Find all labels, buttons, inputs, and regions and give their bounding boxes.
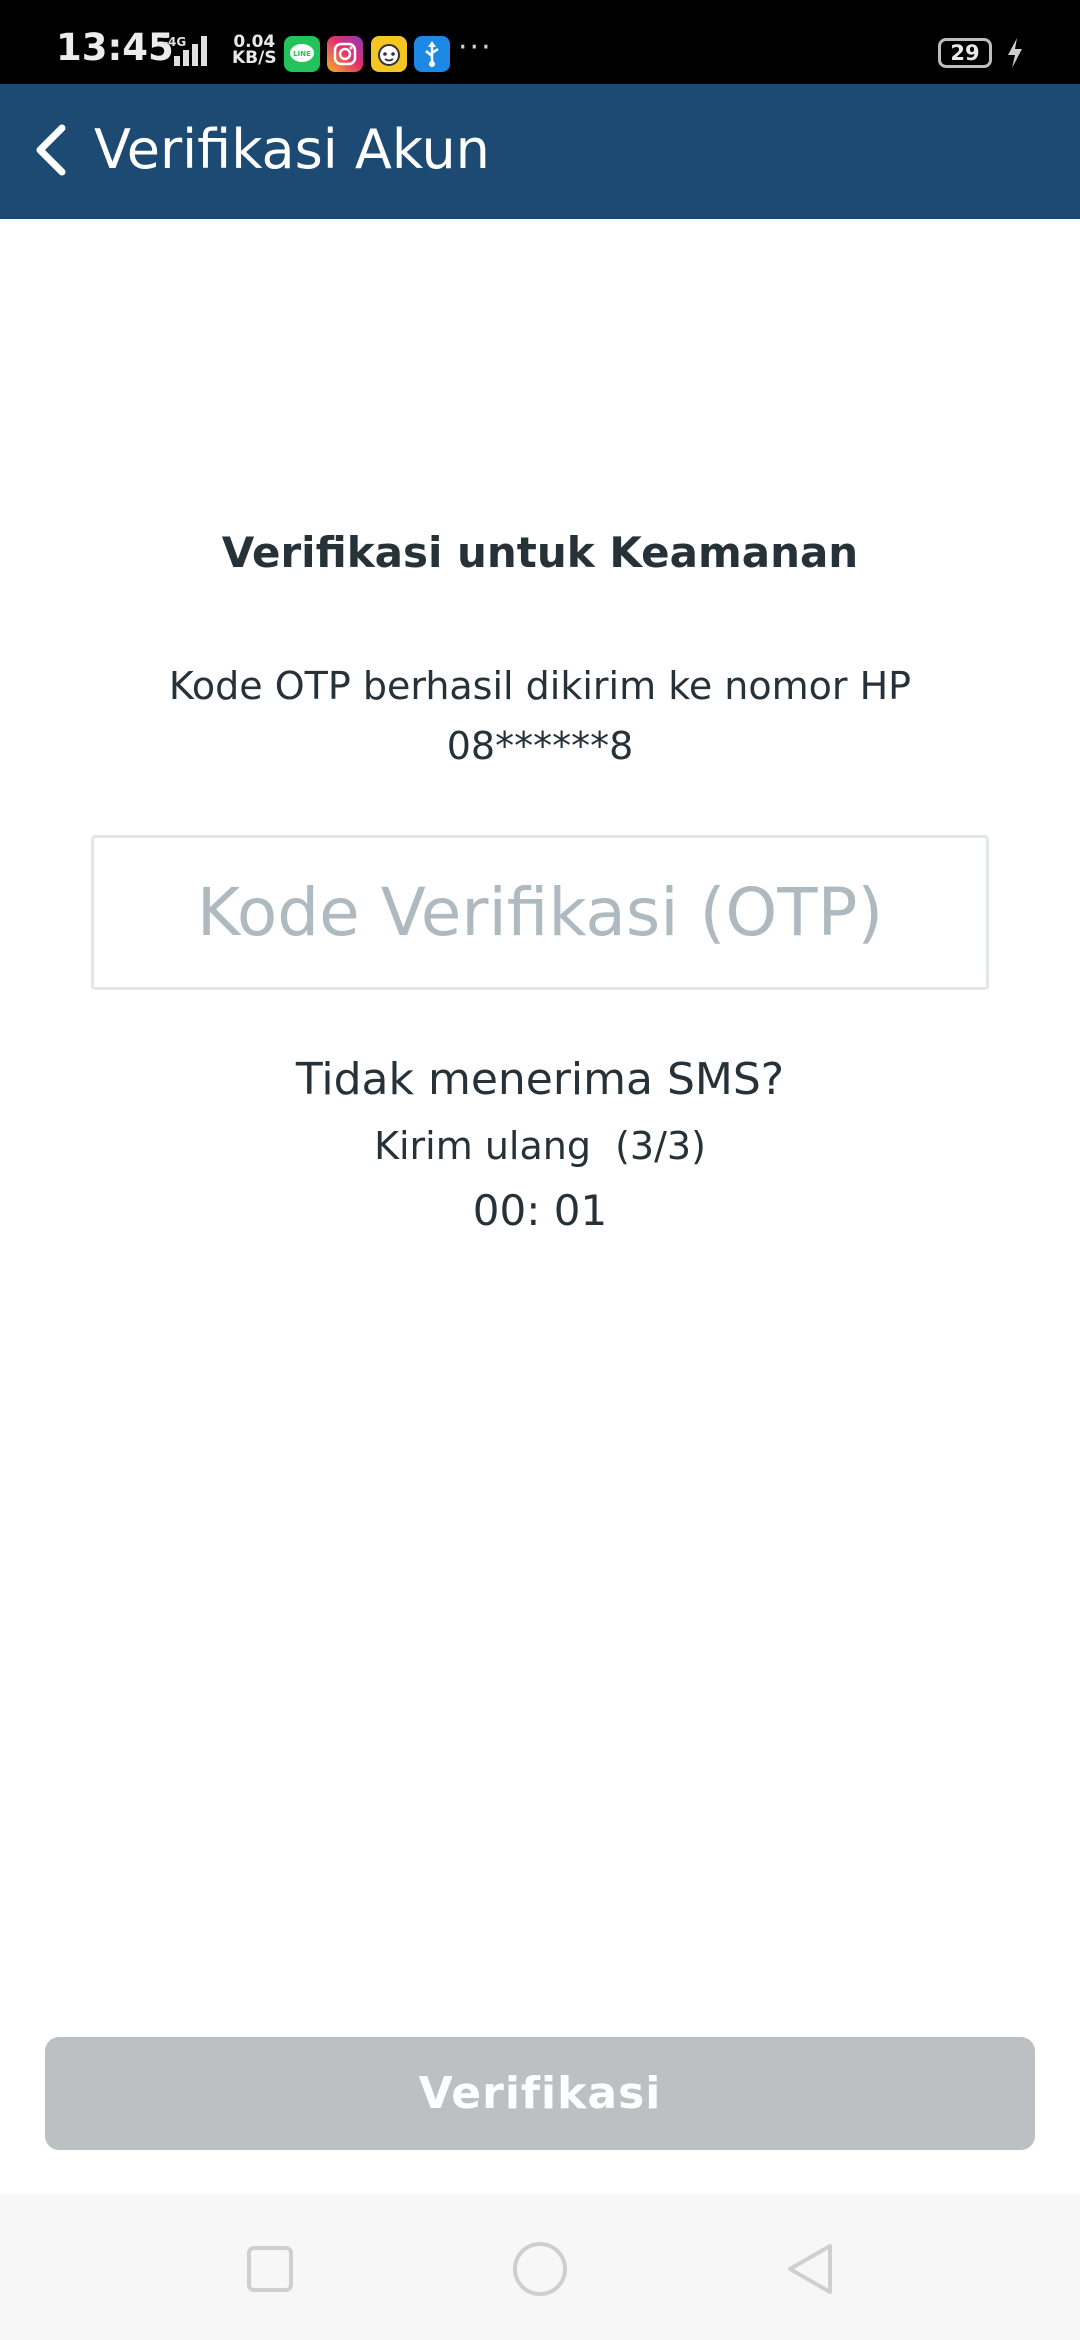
page-title: Verifikasi Akun bbox=[94, 118, 490, 181]
screen: 13:45 4G 0.04 KB/S LINE ··· 29 Verifikas… bbox=[0, 0, 1080, 2340]
back-nav-icon[interactable] bbox=[780, 2239, 840, 2299]
no-sms-text: Tidak menerima SMS? bbox=[295, 1054, 785, 1105]
svg-text:4G: 4G bbox=[168, 35, 186, 49]
status-bar: 13:45 4G 0.04 KB/S LINE ··· 29 bbox=[0, 0, 1080, 84]
otp-info: Kode OTP berhasil dikirim ke nomor HP 08… bbox=[0, 656, 1080, 776]
usb-icon bbox=[414, 36, 450, 72]
home-icon[interactable] bbox=[510, 2239, 570, 2299]
speed-unit: KB/S bbox=[232, 48, 277, 68]
signal-icon: 4G bbox=[162, 34, 207, 66]
back-arrow-icon[interactable] bbox=[24, 120, 84, 180]
verify-button[interactable]: Verifikasi bbox=[45, 2037, 1035, 2150]
network-speed: 0.04 KB/S bbox=[232, 34, 277, 68]
battery-icon: 29 bbox=[938, 38, 992, 68]
resend-link[interactable]: Kirim ulang (3/3) bbox=[0, 1124, 1080, 1168]
otp-placeholder: Kode Verifikasi (OTP) bbox=[196, 874, 884, 951]
line-icon: LINE bbox=[284, 36, 320, 72]
recent-apps-icon[interactable] bbox=[240, 2239, 300, 2299]
instagram-icon bbox=[327, 36, 363, 72]
countdown-timer: 00: 01 bbox=[472, 1186, 608, 1235]
status-time: 13:45 bbox=[56, 26, 174, 69]
face-app-icon bbox=[371, 36, 407, 72]
more-notifications-icon: ··· bbox=[458, 30, 493, 65]
system-nav-bar bbox=[0, 2194, 1080, 2340]
charging-icon bbox=[1008, 38, 1022, 68]
otp-input[interactable]: Kode Verifikasi (OTP) bbox=[91, 835, 989, 990]
masked-phone-number: 08******8 bbox=[446, 724, 634, 768]
battery-level: 29 bbox=[950, 41, 980, 65]
svg-text:LINE: LINE bbox=[293, 50, 311, 58]
otp-info-text: Kode OTP berhasil dikirim ke nomor HP bbox=[168, 664, 912, 708]
app-bar: Verifikasi Akun bbox=[0, 84, 1080, 219]
section-heading: Verifikasi untuk Keamanan bbox=[221, 528, 859, 577]
